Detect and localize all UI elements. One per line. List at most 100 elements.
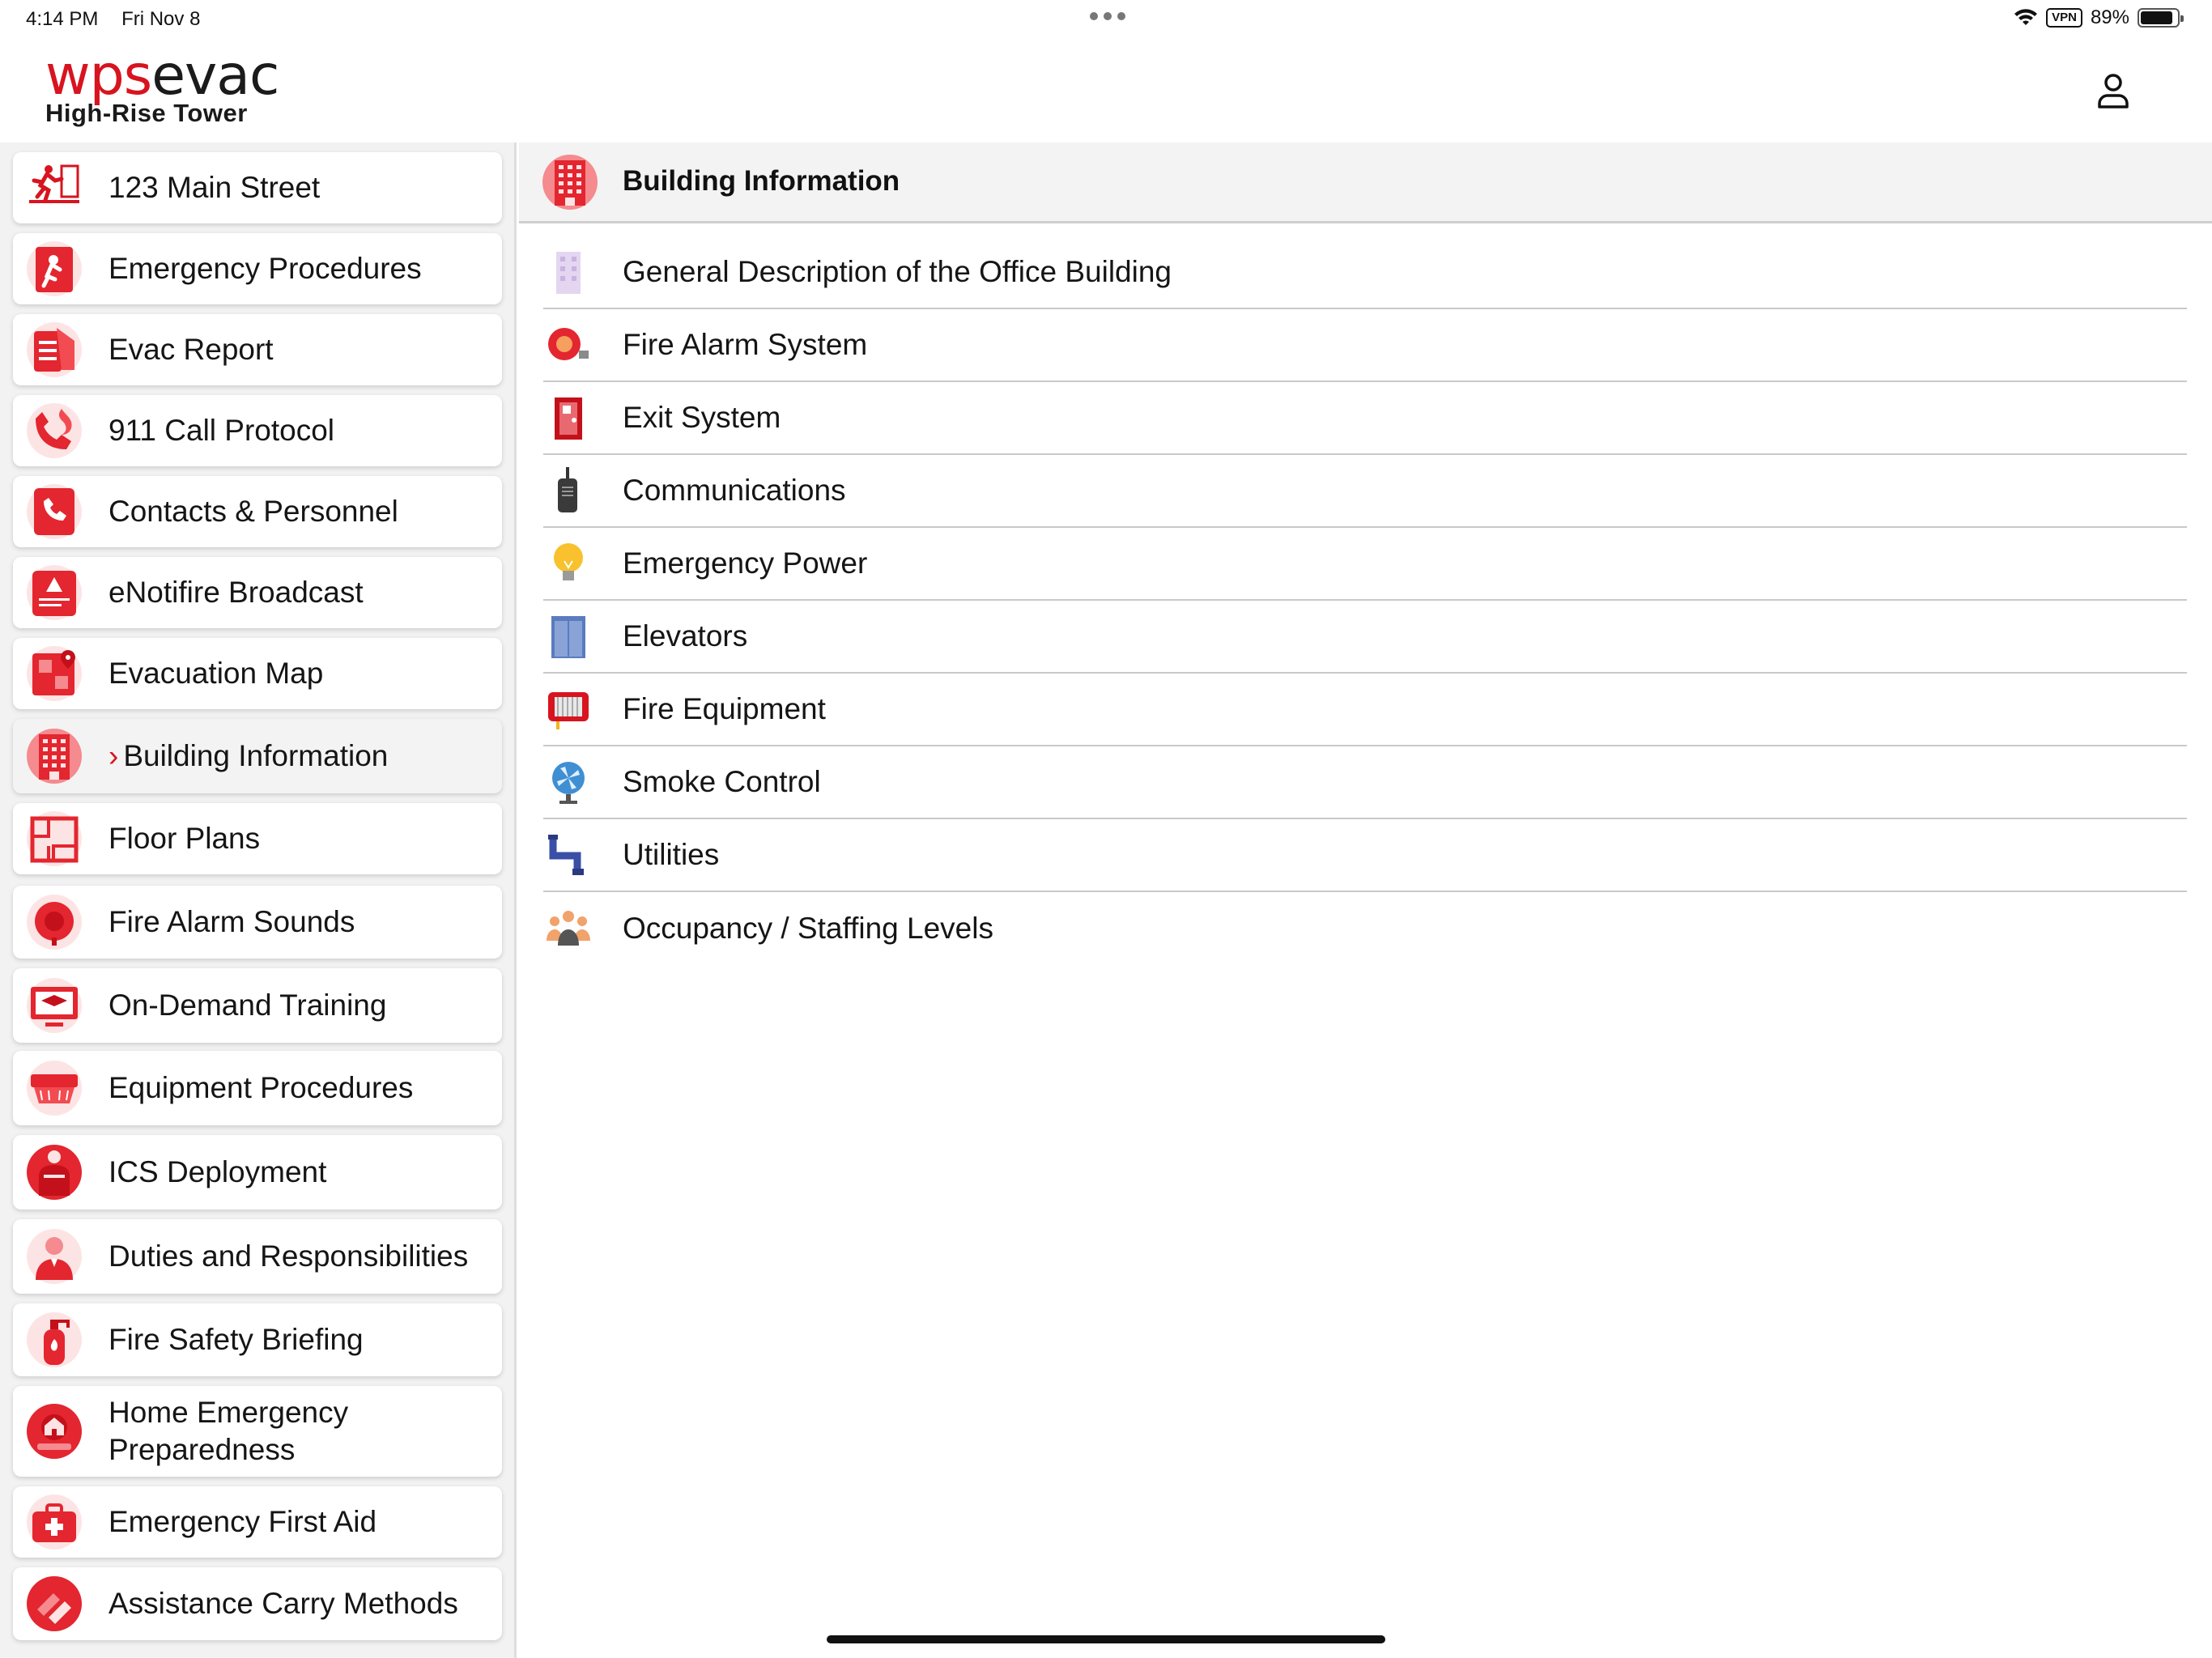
- office-building-icon: [556, 252, 581, 294]
- status-bar: 4:14 PM Fri Nov 8 VPN 89%: [0, 0, 2212, 39]
- home-indicator[interactable]: [827, 1635, 1385, 1643]
- people-group-icon: [547, 911, 590, 946]
- status-indicators: VPN 89%: [2014, 6, 2184, 29]
- list-item-label: General Description of the Office Buildi…: [623, 255, 1172, 288]
- sidebar-item-duties-and-responsibilities[interactable]: Duties and Responsibilities: [13, 1219, 502, 1294]
- list-item-general-description[interactable]: General Description of the Office Buildi…: [543, 236, 2187, 309]
- list-item-label: Elevators: [623, 619, 748, 653]
- multitasking-dots-icon[interactable]: [1090, 11, 1125, 21]
- list-item-label: Smoke Control: [623, 765, 821, 798]
- evacuation-map-icon: [27, 646, 82, 701]
- battery-fill: [2141, 11, 2173, 24]
- sidebar-item-label: Floor Plans: [108, 822, 261, 855]
- sidebar-item-fire-safety-briefing[interactable]: Fire Safety Briefing: [13, 1303, 502, 1376]
- list-item-label: Utilities: [623, 838, 720, 871]
- sidebar: 123 Main Street Emergency Procedures Eva…: [0, 142, 517, 1658]
- sidebar-item-label: Fire Alarm Sounds: [108, 905, 355, 938]
- list-item-utilities[interactable]: Utilities: [543, 819, 2187, 892]
- sidebar-item-label: Equipment Procedures: [108, 1071, 414, 1104]
- sidebar-item-assistance-carry-methods[interactable]: Assistance Carry Methods: [13, 1567, 502, 1640]
- sidebar-item-label: Home Emergency Preparedness: [108, 1396, 349, 1466]
- extinguisher-icon: [27, 1312, 82, 1367]
- list-item-label: Fire Alarm System: [623, 328, 868, 361]
- app-header: wpsevac High-Rise Tower: [0, 39, 2212, 142]
- list-item-smoke-control[interactable]: Smoke Control: [543, 746, 2187, 819]
- sidebar-item-label: eNotifire Broadcast: [108, 576, 364, 609]
- sidebar-item-home-emergency-preparedness[interactable]: Home Emergency Preparedness: [13, 1386, 502, 1477]
- broadcast-alert-icon: [27, 565, 82, 620]
- panel-header: Building Information: [519, 142, 2212, 223]
- sidebar-item-label: Emergency Procedures: [108, 252, 422, 285]
- sidebar-item-equipment-procedures[interactable]: Equipment Procedures: [13, 1051, 502, 1125]
- list-item-label: Occupancy / Staffing Levels: [623, 912, 993, 945]
- list-item-label: Emergency Power: [623, 546, 868, 580]
- sidebar-item-evacuation-map[interactable]: Evacuation Map: [13, 638, 502, 709]
- emergency-procedures-icon: [27, 241, 82, 296]
- list-item-exit-system[interactable]: Exit System: [543, 382, 2187, 455]
- list-item-elevators[interactable]: Elevators: [543, 601, 2187, 674]
- sidebar-item-911-call-protocol[interactable]: 911 Call Protocol: [13, 395, 502, 466]
- alarm-bell-icon: [27, 895, 82, 950]
- pipe-icon: [548, 835, 584, 875]
- battery-percent: 89%: [2090, 6, 2129, 28]
- exit-door-icon: [555, 397, 582, 440]
- person-icon[interactable]: [2094, 71, 2133, 110]
- sidebar-item-fire-alarm-sounds[interactable]: Fire Alarm Sounds: [13, 886, 502, 959]
- sidebar-item-label: Fire Safety Briefing: [108, 1323, 364, 1356]
- radio-icon: [558, 467, 577, 512]
- exit-running-icon: [29, 164, 79, 203]
- first-aid-icon: [27, 1494, 82, 1550]
- sidebar-item-emergency-procedures[interactable]: Emergency Procedures: [13, 233, 502, 304]
- carry-hands-icon: [27, 1576, 82, 1631]
- home-emergency-icon: [27, 1404, 82, 1459]
- list-item-occupancy-staffing[interactable]: Occupancy / Staffing Levels: [543, 892, 2187, 965]
- sidebar-item-label: 123 Main Street: [108, 171, 321, 204]
- battery-icon: [2138, 8, 2184, 28]
- building-icon: [27, 729, 82, 784]
- status-time-date: 4:14 PM Fri Nov 8: [26, 8, 200, 31]
- sidebar-item-ics-deployment[interactable]: ICS Deployment: [13, 1135, 502, 1209]
- sidebar-item-emergency-first-aid[interactable]: Emergency First Aid: [13, 1486, 502, 1558]
- list-item-label: Exit System: [623, 401, 781, 434]
- status-date: Fri Nov 8: [121, 8, 201, 30]
- floor-plan-icon: [27, 811, 82, 866]
- list-item-emergency-power[interactable]: Emergency Power: [543, 528, 2187, 601]
- ics-vest-icon: [27, 1145, 82, 1200]
- sidebar-item-123-main-street[interactable]: 123 Main Street: [13, 152, 502, 223]
- sidebar-item-label: Evac Report: [108, 333, 274, 366]
- contacts-phone-icon: [27, 484, 82, 539]
- list-item-label: Communications: [623, 474, 846, 507]
- list-item-fire-alarm-system[interactable]: Fire Alarm System: [543, 309, 2187, 382]
- sidebar-item-contacts-personnel[interactable]: Contacts & Personnel: [13, 476, 502, 547]
- fan-icon: [552, 762, 585, 804]
- fire-hose-icon: [548, 692, 589, 729]
- page-title: Building Information: [623, 165, 900, 197]
- list-item-fire-equipment[interactable]: Fire Equipment: [543, 674, 2187, 746]
- sidebar-item-label: Evacuation Map: [108, 657, 324, 690]
- lightbulb-icon: [554, 543, 583, 580]
- elevator-icon: [551, 616, 585, 658]
- sidebar-item-label: Duties and Responsibilities: [108, 1239, 469, 1273]
- sidebar-item-label: Emergency First Aid: [108, 1505, 377, 1538]
- sidebar-item-floor-plans[interactable]: Floor Plans: [13, 803, 502, 874]
- wifi-icon: [2014, 9, 2038, 25]
- equipment-icon: [27, 1061, 82, 1116]
- sidebar-item-building-information[interactable]: › Building Information: [13, 719, 502, 793]
- sidebar-item-label: Contacts & Personnel: [108, 495, 398, 528]
- evac-report-icon: [27, 322, 82, 377]
- main-panel: Building Information General Description…: [519, 142, 2212, 1658]
- building-icon: [542, 155, 598, 210]
- sidebar-item-label: 911 Call Protocol: [108, 414, 335, 447]
- sidebar-item-evac-report[interactable]: Evac Report: [13, 314, 502, 385]
- list-item-communications[interactable]: Communications: [543, 455, 2187, 528]
- person-duties-icon: [27, 1229, 82, 1284]
- fire-alarm-icon: [548, 328, 589, 360]
- sidebar-item-label: Assistance Carry Methods: [108, 1587, 458, 1620]
- list-item-label: Fire Equipment: [623, 692, 826, 725]
- sidebar-item-label: On-Demand Training: [108, 988, 387, 1022]
- sidebar-item-label: › Building Information: [108, 739, 389, 772]
- building-subtitle: High-Rise Tower: [45, 99, 248, 127]
- sidebar-item-enotifire-broadcast[interactable]: eNotifire Broadcast: [13, 557, 502, 628]
- sidebar-item-on-demand-training[interactable]: On-Demand Training: [13, 968, 502, 1043]
- phone-call-icon: [27, 403, 82, 458]
